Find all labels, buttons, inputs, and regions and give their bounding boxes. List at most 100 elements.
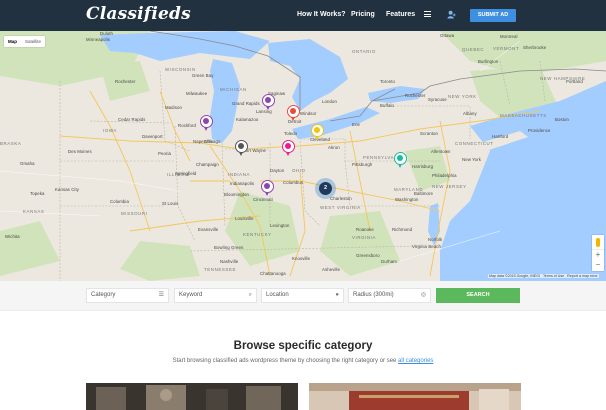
label-cedar-rapids: Cedar Rapids — [118, 117, 146, 122]
label-new-york: NEW YORK — [448, 94, 477, 99]
label-green-bay: Green Bay — [192, 73, 214, 78]
label-des-moines: Des Moines — [68, 149, 92, 154]
user-icon[interactable] — [447, 10, 456, 19]
map-pin[interactable] — [394, 152, 407, 168]
category-card-image[interactable] — [309, 383, 521, 410]
label-new-york-city: New York — [462, 157, 481, 162]
submit-ad-button[interactable]: SUBMIT AD — [470, 9, 516, 22]
map-type-map[interactable]: Map — [4, 36, 21, 47]
label-pittsburgh: Pittsburgh — [352, 162, 373, 167]
search-icon: ⌕ — [248, 292, 252, 298]
label-iowa: IOWA — [103, 128, 117, 133]
label-baltimore: Baltimore — [414, 191, 434, 196]
map-pin[interactable] — [200, 115, 213, 131]
nav-how-it-works[interactable]: How It Works? — [297, 11, 345, 18]
label-rockford: Rockford — [178, 123, 196, 128]
label-windsor: Windsor — [300, 111, 317, 116]
label-wichita: Wichita — [5, 234, 20, 239]
terms-link[interactable]: Terms of Use — [543, 274, 564, 278]
label-milwaukee: Milwaukee — [186, 91, 208, 96]
map-cluster-marker[interactable]: 2 — [315, 178, 336, 199]
zoom-out-button[interactable]: − — [592, 260, 604, 270]
label-connecticut: CONNECTICUT — [455, 141, 494, 146]
label-vermont: VERMONT — [493, 46, 520, 51]
label-evansville: Evansville — [198, 227, 219, 232]
label-asheville: Asheville — [322, 267, 341, 272]
search-button[interactable]: SEARCH — [436, 288, 520, 303]
map-type-control[interactable]: Map Satellite — [4, 36, 46, 47]
label-kentucky: KENTUCKY — [243, 232, 272, 237]
browse-category-section: Browse specific category Start browsing … — [0, 312, 606, 410]
label-bloomington: Bloomington — [224, 192, 249, 197]
label-peoria: Peoria — [158, 151, 172, 156]
label-tennessee: TENNESSEE — [204, 267, 236, 272]
label-ohio: OHIO — [292, 168, 306, 173]
label-ontario: ONTARIO — [352, 49, 376, 54]
list-icon: ☰ — [158, 292, 164, 298]
top-navbar: Classifieds How It Works? Pricing Featur… — [0, 0, 606, 31]
map-view[interactable]: Map Satellite MICHIGAN WISCONSIN IOWA IL… — [0, 31, 606, 281]
label-scranton: Scranton — [420, 131, 438, 136]
map-canvas[interactable] — [0, 31, 606, 281]
label-bowling-green: Bowling Green — [214, 245, 244, 250]
location-input[interactable]: Location ● — [261, 288, 344, 303]
label-richmond: Richmond — [392, 227, 413, 232]
label-nebraska: BRASKA — [0, 141, 22, 146]
category-select[interactable]: Category ☰ — [86, 288, 169, 303]
label-grand-rapids: Grand Rapids — [232, 101, 260, 106]
label-topeka: Topeka — [30, 191, 45, 196]
category-card-image[interactable] — [86, 383, 298, 410]
label-minneapolis: Minneapolis — [86, 37, 111, 42]
label-rochester-mn: Rochester — [115, 79, 136, 84]
label-providence: Providence — [528, 128, 551, 133]
map-pin[interactable] — [287, 105, 300, 121]
nav-pricing[interactable]: Pricing — [351, 11, 375, 18]
report-error-link[interactable]: Report a map error — [567, 274, 597, 278]
label-michigan: MICHIGAN — [220, 87, 247, 92]
all-categories-link[interactable]: all categories — [398, 358, 433, 364]
nav-features[interactable]: Features — [386, 11, 415, 18]
label-ottawa: Ottawa — [440, 33, 455, 38]
label-cincinnati: Cincinnati — [253, 197, 273, 202]
radius-slider[interactable]: Radius (300mi) ◎ — [348, 288, 431, 303]
label-knoxville: Knoxville — [292, 256, 311, 261]
target-icon: ◎ — [420, 292, 426, 298]
label-kansas: KANSAS — [23, 209, 45, 214]
section-title: Browse specific category — [233, 340, 373, 352]
label-durham: Durham — [381, 259, 397, 264]
label-st-louis: St Louis — [162, 201, 179, 206]
map-pin[interactable] — [262, 94, 275, 110]
keyword-input[interactable]: Keyword ⌕ — [174, 288, 257, 303]
map-type-satellite[interactable]: Satellite — [21, 36, 45, 47]
map-pin[interactable] — [261, 180, 274, 196]
zoom-in-button[interactable]: + — [592, 250, 604, 260]
label-charleston: Charleston — [330, 196, 352, 201]
label-nashville: Nashville — [220, 259, 239, 264]
label-boston: Boston — [555, 117, 569, 122]
street-view-pegman-icon[interactable] — [592, 235, 604, 251]
map-pin[interactable] — [235, 140, 248, 156]
category-photo — [309, 383, 521, 410]
map-pin[interactable] — [282, 140, 295, 156]
map-attribution: Map data ©2015 Google, INEGI Terms of Us… — [488, 274, 599, 278]
cluster-count: 2 — [319, 182, 332, 195]
keyword-placeholder: Keyword — [179, 292, 203, 298]
menu-icon[interactable] — [424, 11, 431, 17]
label-rochester: Rochester — [405, 93, 426, 98]
map-pin[interactable] — [311, 124, 324, 140]
label-philadelphia: Philadelphia — [432, 173, 457, 178]
label-allentown: Allentown — [431, 149, 451, 154]
label-roanoke: Roanoke — [356, 227, 374, 232]
zoom-control[interactable]: + − — [592, 250, 604, 271]
section-subtitle: Start browsing classified ads wordpress … — [0, 358, 606, 364]
label-louisville: Louisville — [235, 216, 254, 221]
label-norfolk: Norfolk — [428, 237, 443, 242]
label-west-virginia: WEST VIRGINIA — [320, 205, 361, 210]
label-toledo: Toledo — [284, 131, 298, 136]
label-quebec: QUEBEC — [462, 47, 485, 52]
subtitle-text: Start browsing classified ads wordpress … — [172, 358, 397, 364]
label-virginia-beach: Virginia Beach — [412, 244, 442, 249]
search-bar: Category ☰ Keyword ⌕ Location ● Radius (… — [0, 281, 606, 311]
site-logo[interactable]: Classifieds — [86, 4, 191, 24]
label-london: London — [322, 99, 337, 104]
